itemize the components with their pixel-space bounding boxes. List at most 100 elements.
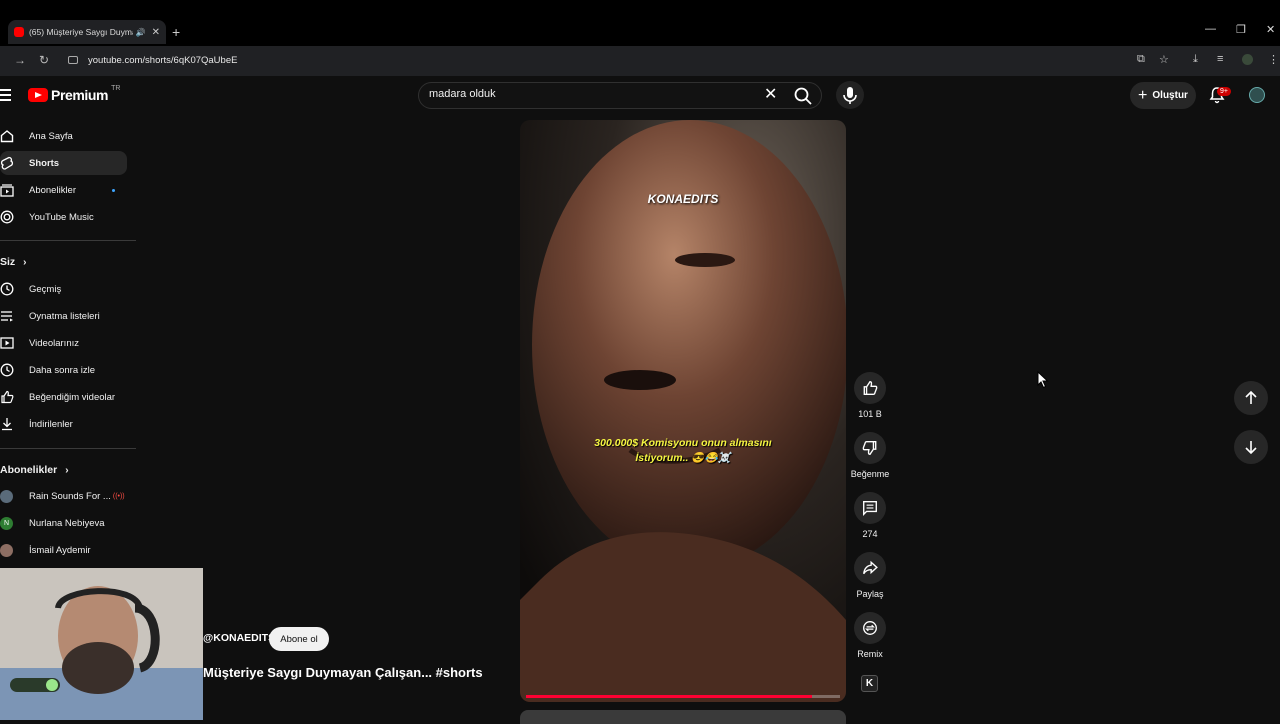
sidebar-item-youtube-music[interactable]: YouTube Music bbox=[0, 205, 127, 229]
plus-icon: + bbox=[1138, 86, 1148, 104]
search-icon bbox=[794, 87, 812, 105]
speaker-icon[interactable]: 🔊 bbox=[136, 28, 146, 37]
new-content-dot bbox=[112, 189, 115, 192]
account-avatar[interactable] bbox=[1249, 87, 1265, 103]
like-button[interactable]: 101 B bbox=[850, 372, 890, 419]
remix-button[interactable]: Remix bbox=[850, 612, 890, 659]
browser-menu-icon[interactable]: ⋮ bbox=[1268, 53, 1279, 66]
profile-icon[interactable] bbox=[1242, 54, 1253, 65]
sidebar-item-playlists[interactable]: Oynatma listeleri bbox=[0, 304, 127, 328]
share-label: Paylaş bbox=[856, 589, 884, 599]
subscription-item[interactable]: İsmail Aydemir bbox=[0, 538, 127, 562]
close-window-button[interactable]: ✕ bbox=[1266, 23, 1275, 36]
video-progress-bar[interactable] bbox=[526, 695, 812, 698]
search-box[interactable] bbox=[418, 82, 822, 109]
reload-icon[interactable]: ↻ bbox=[39, 53, 49, 67]
history-icon bbox=[0, 282, 14, 296]
sidebar-item-label: İndirilenler bbox=[29, 418, 73, 430]
sidebar-divider bbox=[0, 448, 136, 449]
arrow-down-icon bbox=[1245, 441, 1257, 455]
install-app-icon[interactable]: ⧉ bbox=[1137, 53, 1145, 66]
webcam-image bbox=[0, 568, 203, 720]
create-button[interactable]: + Oluştur bbox=[1130, 82, 1196, 109]
sidebar-item-label: Daha sonra izle bbox=[29, 364, 96, 376]
restore-button[interactable]: ❐ bbox=[1236, 23, 1246, 36]
sidebar-item-label: Videolarınız bbox=[29, 337, 79, 349]
music-icon bbox=[0, 210, 14, 224]
subscription-label: İsmail Aydemir bbox=[29, 544, 91, 556]
sidebar-item-your-videos[interactable]: Videolarınız bbox=[0, 331, 127, 355]
sidebar-item-shorts[interactable]: Shorts bbox=[0, 151, 127, 175]
downloads-icon[interactable]: ⤓ bbox=[1193, 53, 1198, 66]
video-caption: 300.000$ Komisyonu onun almasını İstiyor… bbox=[594, 437, 772, 464]
remix-label: Remix bbox=[857, 649, 883, 659]
thumbs-up-icon bbox=[863, 381, 878, 395]
dislike-circle[interactable] bbox=[854, 432, 886, 464]
channel-avatar: N bbox=[0, 516, 13, 530]
youtube-premium-logo[interactable]: Premium TR bbox=[28, 84, 121, 103]
address-bar[interactable]: youtube.com/shorts/6qK07QaUbeE bbox=[62, 50, 1062, 70]
share-circle[interactable] bbox=[854, 552, 886, 584]
share-button[interactable]: Paylaş bbox=[850, 552, 890, 599]
youtube-play-icon bbox=[28, 88, 48, 102]
share-icon bbox=[863, 560, 878, 575]
chevron-right-icon: › bbox=[65, 464, 69, 476]
hamburger-menu-icon[interactable] bbox=[0, 89, 14, 104]
comment-count: 274 bbox=[862, 529, 878, 539]
media-control-icon[interactable]: ≡ bbox=[1217, 53, 1223, 65]
sidebar-item-watch-later[interactable]: Daha sonra izle bbox=[0, 358, 127, 382]
dislike-button[interactable]: Beğenme bbox=[850, 432, 890, 479]
region-code: TR bbox=[111, 84, 121, 92]
sidebar-item-label: Ana Sayfa bbox=[29, 130, 73, 142]
browser-tab-strip: (65) Müşteriye Saygı Duymayan Çalışan...… bbox=[0, 0, 1280, 46]
comment-icon bbox=[863, 501, 877, 516]
previous-short-button[interactable] bbox=[1234, 381, 1268, 415]
search-input[interactable] bbox=[429, 88, 729, 100]
sidebar-item-liked-videos[interactable]: Beğendiğim videolar bbox=[0, 385, 127, 409]
sidebar-subscriptions-heading[interactable]: Abonelikler › bbox=[0, 464, 69, 476]
subscription-item[interactable]: Rain Sounds For ... ((•)) bbox=[0, 484, 127, 508]
home-icon bbox=[0, 129, 14, 143]
playlists-icon bbox=[0, 309, 14, 323]
like-circle[interactable] bbox=[854, 372, 886, 404]
video-title[interactable]: Müşteriye Saygı Duymayan Çalışan... #sho… bbox=[203, 665, 483, 680]
browser-tab[interactable]: (65) Müşteriye Saygı Duymayan Çalışan...… bbox=[8, 20, 166, 44]
sidebar-item-downloads[interactable]: İndirilenler bbox=[0, 412, 127, 436]
sidebar-item-label: Beğendiğim videolar bbox=[29, 391, 116, 403]
chevron-right-icon: › bbox=[23, 256, 27, 268]
site-info-icon[interactable] bbox=[68, 56, 78, 64]
shorts-video-player[interactable]: KONAEDITS 300.000$ Komisyonu onun alması… bbox=[520, 120, 846, 702]
sidebar-item-home[interactable]: Ana Sayfa bbox=[0, 124, 127, 148]
live-indicator-icon: ((•)) bbox=[112, 492, 125, 500]
sidebar-item-history[interactable]: Geçmiş bbox=[0, 277, 127, 301]
bookmark-star-icon[interactable]: ☆ bbox=[1159, 53, 1169, 66]
video-watermark: KONAEDITS bbox=[647, 192, 719, 206]
clear-search-icon[interactable]: ✕ bbox=[764, 87, 777, 103]
webcam-overlay bbox=[0, 568, 203, 720]
search-button[interactable] bbox=[792, 85, 814, 107]
sidebar-item-label: Oynatma listeleri bbox=[29, 310, 100, 322]
comments-button[interactable]: 274 bbox=[850, 492, 890, 539]
remix-circle[interactable] bbox=[854, 612, 886, 644]
channel-thumbnail[interactable]: K bbox=[861, 675, 878, 692]
close-tab-icon[interactable]: ✕ bbox=[152, 27, 160, 38]
voice-search-button[interactable] bbox=[836, 81, 864, 109]
comments-circle[interactable] bbox=[854, 492, 886, 524]
minimize-button[interactable]: — bbox=[1205, 23, 1216, 35]
next-short-preview[interactable] bbox=[520, 710, 846, 724]
subscription-item[interactable]: N Nurlana Nebiyeva bbox=[0, 511, 127, 535]
channel-name[interactable]: @KONAEDITS bbox=[203, 632, 275, 644]
new-tab-button[interactable]: + bbox=[172, 24, 180, 40]
arrow-up-icon bbox=[1245, 390, 1257, 404]
next-short-button[interactable] bbox=[1234, 430, 1268, 464]
sidebar-item-label: Abonelikler bbox=[29, 184, 76, 196]
like-count: 101 B bbox=[858, 409, 882, 419]
sidebar-item-subscriptions[interactable]: Abonelikler bbox=[0, 178, 127, 202]
subscription-label: Nurlana Nebiyeva bbox=[29, 517, 105, 529]
sidebar-you-heading[interactable]: Siz › bbox=[0, 256, 27, 268]
forward-icon[interactable]: → bbox=[14, 53, 26, 67]
you-heading-label: Siz bbox=[0, 256, 16, 268]
subscribe-button[interactable]: Abone ol bbox=[269, 627, 329, 651]
sidebar-item-label: Shorts bbox=[29, 157, 60, 169]
download-icon bbox=[0, 417, 14, 431]
